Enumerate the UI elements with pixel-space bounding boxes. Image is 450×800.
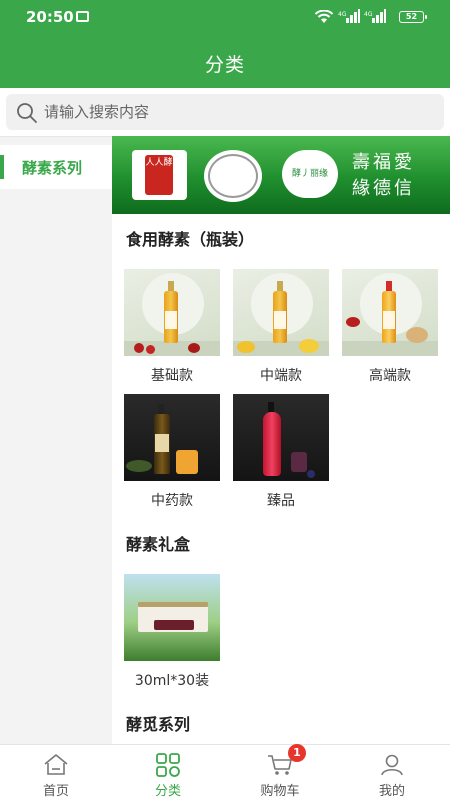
section-title: 酵素礼盒 — [126, 535, 191, 554]
sidebar-item-enzyme-series[interactable]: 酵素系列 — [0, 145, 112, 189]
product-image — [233, 394, 329, 481]
nav-label: 首页 — [42, 784, 69, 799]
signal-icon-2: 4G — [364, 9, 386, 23]
product-name: 中药款 — [151, 493, 193, 509]
search-icon — [17, 103, 37, 123]
message-icon — [76, 11, 89, 22]
product-name: 高端款 — [369, 368, 411, 384]
product-name: 基础款 — [151, 368, 193, 384]
product-image — [124, 269, 220, 356]
sidebar-item-label: 酵素系列 — [22, 159, 83, 177]
section-title: 食用酵素（瓶装） — [126, 230, 255, 249]
product-image — [124, 574, 220, 661]
bottom-navigation: 首页 分类 1 购物车 我的 — [0, 744, 450, 800]
bottle-graphic — [164, 281, 178, 343]
glass-graphic — [291, 452, 307, 472]
product-name: 30ml*30装 — [134, 673, 210, 689]
banner-slogan: 壽福愛 緣德信 — [352, 150, 444, 202]
image-table — [342, 341, 438, 356]
brand-banner[interactable]: 人人酵 酵丿丽缘 壽福愛 緣德信 — [112, 136, 450, 214]
cart-badge: 1 — [288, 744, 306, 762]
brand-logo-1-text: 人人酵 — [145, 155, 173, 195]
battery-indicator: 52 — [399, 11, 427, 23]
fruit-graphic — [237, 341, 255, 353]
category-icon — [156, 753, 180, 777]
search-bar — [0, 88, 450, 136]
home-icon — [44, 754, 68, 775]
nav-label: 分类 — [154, 784, 181, 799]
slogan-line-1: 壽福愛 — [352, 152, 415, 173]
herb-graphic — [126, 460, 152, 472]
bottle-graphic — [263, 402, 281, 476]
nav-cart[interactable]: 1 购物车 — [224, 744, 336, 800]
bottle-graphic — [273, 281, 287, 343]
product-name: 中端款 — [260, 368, 302, 384]
vials-graphic — [154, 620, 194, 630]
app-header: 20:50 4G 4G 52 分类 — [0, 0, 450, 88]
product-name: 臻品 — [267, 493, 295, 509]
active-indicator — [0, 155, 4, 179]
brand-logo-3-text: 酵丿丽缘 — [291, 169, 328, 179]
nav-home[interactable]: 首页 — [0, 745, 112, 800]
section-title: 酵觅系列 — [126, 715, 191, 734]
nav-category[interactable]: 分类 — [112, 745, 224, 800]
category-sidebar: 酵素系列 — [0, 136, 112, 744]
nav-label: 购物车 — [260, 784, 300, 799]
status-time: 20:50 — [26, 8, 74, 26]
bottle-graphic — [382, 281, 396, 343]
signal-icon: 4G — [338, 9, 360, 23]
slogan-line-2: 緣德信 — [352, 178, 415, 199]
berry-graphic — [307, 470, 315, 478]
fruit-graphic — [406, 327, 428, 343]
search-input[interactable] — [44, 100, 424, 124]
fruit-graphic — [146, 345, 155, 354]
profile-icon — [381, 754, 403, 776]
brand-logo-2 — [204, 150, 262, 202]
brand-logo-1: 人人酵 — [132, 150, 187, 200]
nav-profile[interactable]: 我的 — [336, 745, 448, 800]
gift-box-lid — [138, 602, 208, 607]
svg-text:4G: 4G — [338, 11, 347, 18]
product-image — [233, 269, 329, 356]
fruit-graphic — [346, 317, 360, 327]
svg-text:4G: 4G — [364, 11, 373, 18]
bottle-graphic — [154, 404, 170, 474]
fruit-graphic — [299, 339, 319, 353]
brand-logo-3: 酵丿丽缘 — [282, 150, 338, 198]
status-bar: 20:50 4G 4G 52 — [0, 0, 450, 34]
brand-logo-2-ring — [208, 154, 258, 198]
search-box[interactable] — [6, 94, 444, 130]
category-content: 人人酵 酵丿丽缘 壽福愛 緣德信 食用酵素（瓶装） 基础款 中端款 高端款 中药… — [112, 136, 450, 744]
page-title: 分类 — [204, 54, 245, 76]
glass-graphic — [176, 450, 198, 474]
product-image — [124, 394, 220, 481]
nav-label: 我的 — [378, 784, 405, 799]
product-image — [342, 269, 438, 356]
fruit-graphic — [134, 343, 144, 353]
wifi-icon — [314, 10, 334, 23]
fruit-graphic — [188, 343, 200, 353]
